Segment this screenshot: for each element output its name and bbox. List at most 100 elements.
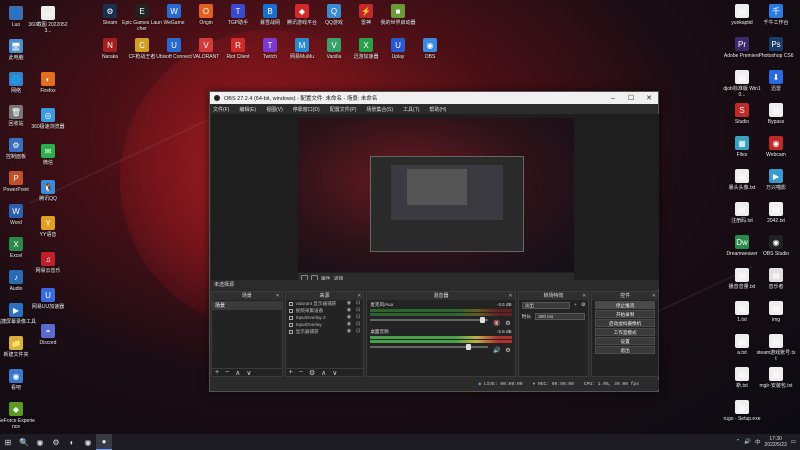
menu-view[interactable]: 视图(V) [266, 106, 283, 113]
dock-close-icon[interactable]: ✕ [508, 292, 512, 300]
menu-scene-collection[interactable]: 场景集合(S) [366, 106, 393, 113]
desktop-icon[interactable]: ▤ steam游戏账号.txt [756, 334, 796, 362]
volume-slider[interactable] [370, 317, 489, 323]
move-down-icon[interactable]: ∨ [246, 369, 251, 377]
obs-title-bar[interactable]: OBS 27.2.4 (64-bit, windows) - 配置文件: 未命名… [210, 92, 658, 104]
source-settings-gear-icon[interactable]: ⚙ [309, 369, 315, 377]
start-recording-button[interactable]: 开始录制 [595, 310, 655, 318]
volume-slider[interactable] [370, 344, 489, 350]
desktop-icon[interactable]: U 网易UU加速器 [28, 288, 68, 310]
speaker-icon[interactable]: 🔊 [493, 347, 500, 354]
desktop-icon[interactable]: ▤ img [756, 301, 796, 323]
input-method-icon[interactable]: 中 [755, 438, 761, 446]
visibility-eye-icon[interactable]: ◉ [347, 307, 351, 314]
menu-edit[interactable]: 编辑(E) [239, 106, 256, 113]
dock-close-icon[interactable]: ✕ [652, 292, 656, 300]
transition-duration-input[interactable]: 300 ms [535, 313, 586, 320]
lock-icon[interactable]: ⊡ [356, 328, 360, 335]
transition-type-select[interactable]: 淡出 [521, 302, 571, 309]
taskbar-app-icon[interactable]: ⚙ [48, 434, 64, 450]
mute-speaker-icon[interactable]: 🔇 [493, 320, 500, 327]
move-up-icon[interactable]: ∧ [321, 369, 326, 377]
add-source-icon[interactable]: + [289, 369, 293, 376]
start-button[interactable]: ⊞ [0, 434, 16, 450]
visibility-eye-icon[interactable]: ◉ [347, 328, 351, 335]
desktop-icon[interactable]: ▤ rugo - Setup.exe [722, 400, 762, 422]
desktop-icon[interactable]: ▤ 2042.txt [756, 202, 796, 224]
desktop-icon[interactable]: ■ 我的世界启动器 [378, 4, 418, 26]
transition-gear-icon[interactable]: ⚙ [581, 303, 585, 308]
menu-tools[interactable]: 工具(T) [403, 106, 419, 113]
lock-icon[interactable]: ⊡ [356, 321, 360, 328]
clock[interactable]: 17:30 2022/5/23 [765, 436, 787, 448]
move-up-icon[interactable]: ∧ [235, 369, 240, 377]
remove-source-icon[interactable]: − [299, 369, 303, 376]
mixer-gear-icon[interactable]: ⚙ [505, 347, 510, 354]
lock-icon[interactable]: ⊡ [356, 300, 360, 307]
add-scene-icon[interactable]: + [215, 369, 219, 376]
desktop-icon[interactable]: ◎ 360极速浏览器 [28, 108, 68, 130]
menu-docks[interactable]: 停靠窗口(D) [293, 106, 320, 113]
start-virtual-camera-button[interactable]: 启动虚拟摄像机 [595, 319, 655, 327]
studio-mode-button[interactable]: 工作室模式 [595, 328, 655, 336]
volume-slider-knob[interactable] [480, 317, 486, 323]
visibility-eye-icon[interactable]: ◉ [347, 314, 351, 321]
source-list-item[interactable]: InputOverlay 2 ◉ ⊡ [286, 314, 364, 321]
desktop-icon[interactable]: ▭ 360截图 20220523... [28, 6, 68, 34]
dock-close-icon[interactable]: ✕ [582, 292, 586, 300]
close-button[interactable]: ✕ [640, 92, 658, 104]
desktop-icon[interactable]: ◉ Webcam [756, 136, 796, 158]
visibility-eye-icon[interactable]: ◉ [347, 300, 351, 307]
desktop-icon[interactable]: ▤ 音乐者 [756, 268, 796, 290]
taskbar-app-icon[interactable]: 🔍 [16, 434, 32, 450]
desktop-icon[interactable]: 🐧 腾讯QQ [28, 180, 68, 202]
desktop-icon[interactable]: ✉ 微信 [28, 144, 68, 166]
source-list-item[interactable]: valorant 显示器捕获 ◉ ⊡ [286, 300, 364, 307]
desktop-icon[interactable]: ♫ 网易云音乐 [28, 252, 68, 274]
desktop-icon[interactable]: ▤ mglr-安装包.txt [756, 367, 796, 389]
desktop-icon[interactable]: ◓ Discord [28, 324, 68, 346]
menu-profile[interactable]: 配置文件(P) [330, 106, 357, 113]
add-transition-icon[interactable]: + [574, 303, 577, 308]
desktop-icon[interactable]: ◐ Firefox [28, 72, 68, 94]
desktop-icon[interactable]: 🖥 此电脑 [0, 39, 36, 61]
minimize-button[interactable]: – [604, 92, 622, 104]
exit-button[interactable]: 退出 [595, 346, 655, 354]
volume-slider-knob[interactable] [466, 344, 472, 350]
desktop-icon[interactable]: ◆ GeForce Experience [0, 402, 36, 430]
desktop-icon[interactable]: Ps Photoshop CS6 [756, 37, 796, 59]
desktop-icon[interactable]: ◉ 看吧 [0, 369, 36, 391]
move-down-icon[interactable]: ∨ [332, 369, 337, 377]
desktop-icon[interactable]: ⬇ 迅雷 [756, 70, 796, 92]
menu-file[interactable]: 文件(F) [213, 106, 229, 113]
desktop-icon[interactable]: 千千牛工作台 [756, 4, 796, 26]
obs-preview[interactable]: 属性 滤镜 [211, 114, 659, 286]
settings-button[interactable]: 设置 [595, 337, 655, 345]
desktop-icon[interactable]: ▤ Bypass [756, 103, 796, 125]
dock-close-icon[interactable]: ✕ [357, 292, 361, 300]
desktop-icon[interactable]: ◉ OBS [410, 38, 450, 60]
taskbar-app-icon[interactable]: ◉ [80, 434, 96, 450]
maximize-button[interactable]: ☐ [622, 92, 640, 104]
desktop-icon[interactable]: Y YY语音 [28, 216, 68, 238]
stop-streaming-button[interactable]: 停止推流 [595, 301, 655, 309]
mixer-gear-icon[interactable]: ⚙ [505, 320, 510, 327]
source-list-item[interactable]: 显示器捕获 ◉ ⊡ [286, 328, 364, 335]
obs-window[interactable]: OBS 27.2.4 (64-bit, windows) - 配置文件: 未命名… [209, 91, 659, 392]
lock-icon[interactable]: ⊡ [356, 307, 360, 314]
lock-icon[interactable]: ⊡ [356, 314, 360, 321]
taskbar-app-icon[interactable]: ● [96, 434, 112, 450]
tray-expand-icon[interactable]: ⌃ [736, 439, 741, 445]
desktop-icon[interactable]: ◉ OBS Studio [756, 235, 796, 257]
taskbar-app-icon[interactable]: ◐ [64, 434, 80, 450]
volume-icon[interactable]: 🔊 [744, 439, 751, 445]
source-list-item[interactable]: InputOverlay ◉ ⊡ [286, 321, 364, 328]
remove-scene-icon[interactable]: − [225, 369, 229, 376]
menu-help[interactable]: 帮助(H) [429, 106, 446, 113]
desktop-icon[interactable]: ▶ 万兴喵影 [756, 169, 796, 191]
visibility-eye-icon[interactable]: ◉ [347, 321, 351, 328]
source-list-item[interactable]: 视频采集设备 ◉ ⊡ [286, 307, 364, 314]
scene-list-item[interactable]: 场景 [212, 301, 282, 310]
dock-close-icon[interactable]: ✕ [275, 292, 279, 300]
notification-icon[interactable]: ▭ [791, 439, 796, 445]
